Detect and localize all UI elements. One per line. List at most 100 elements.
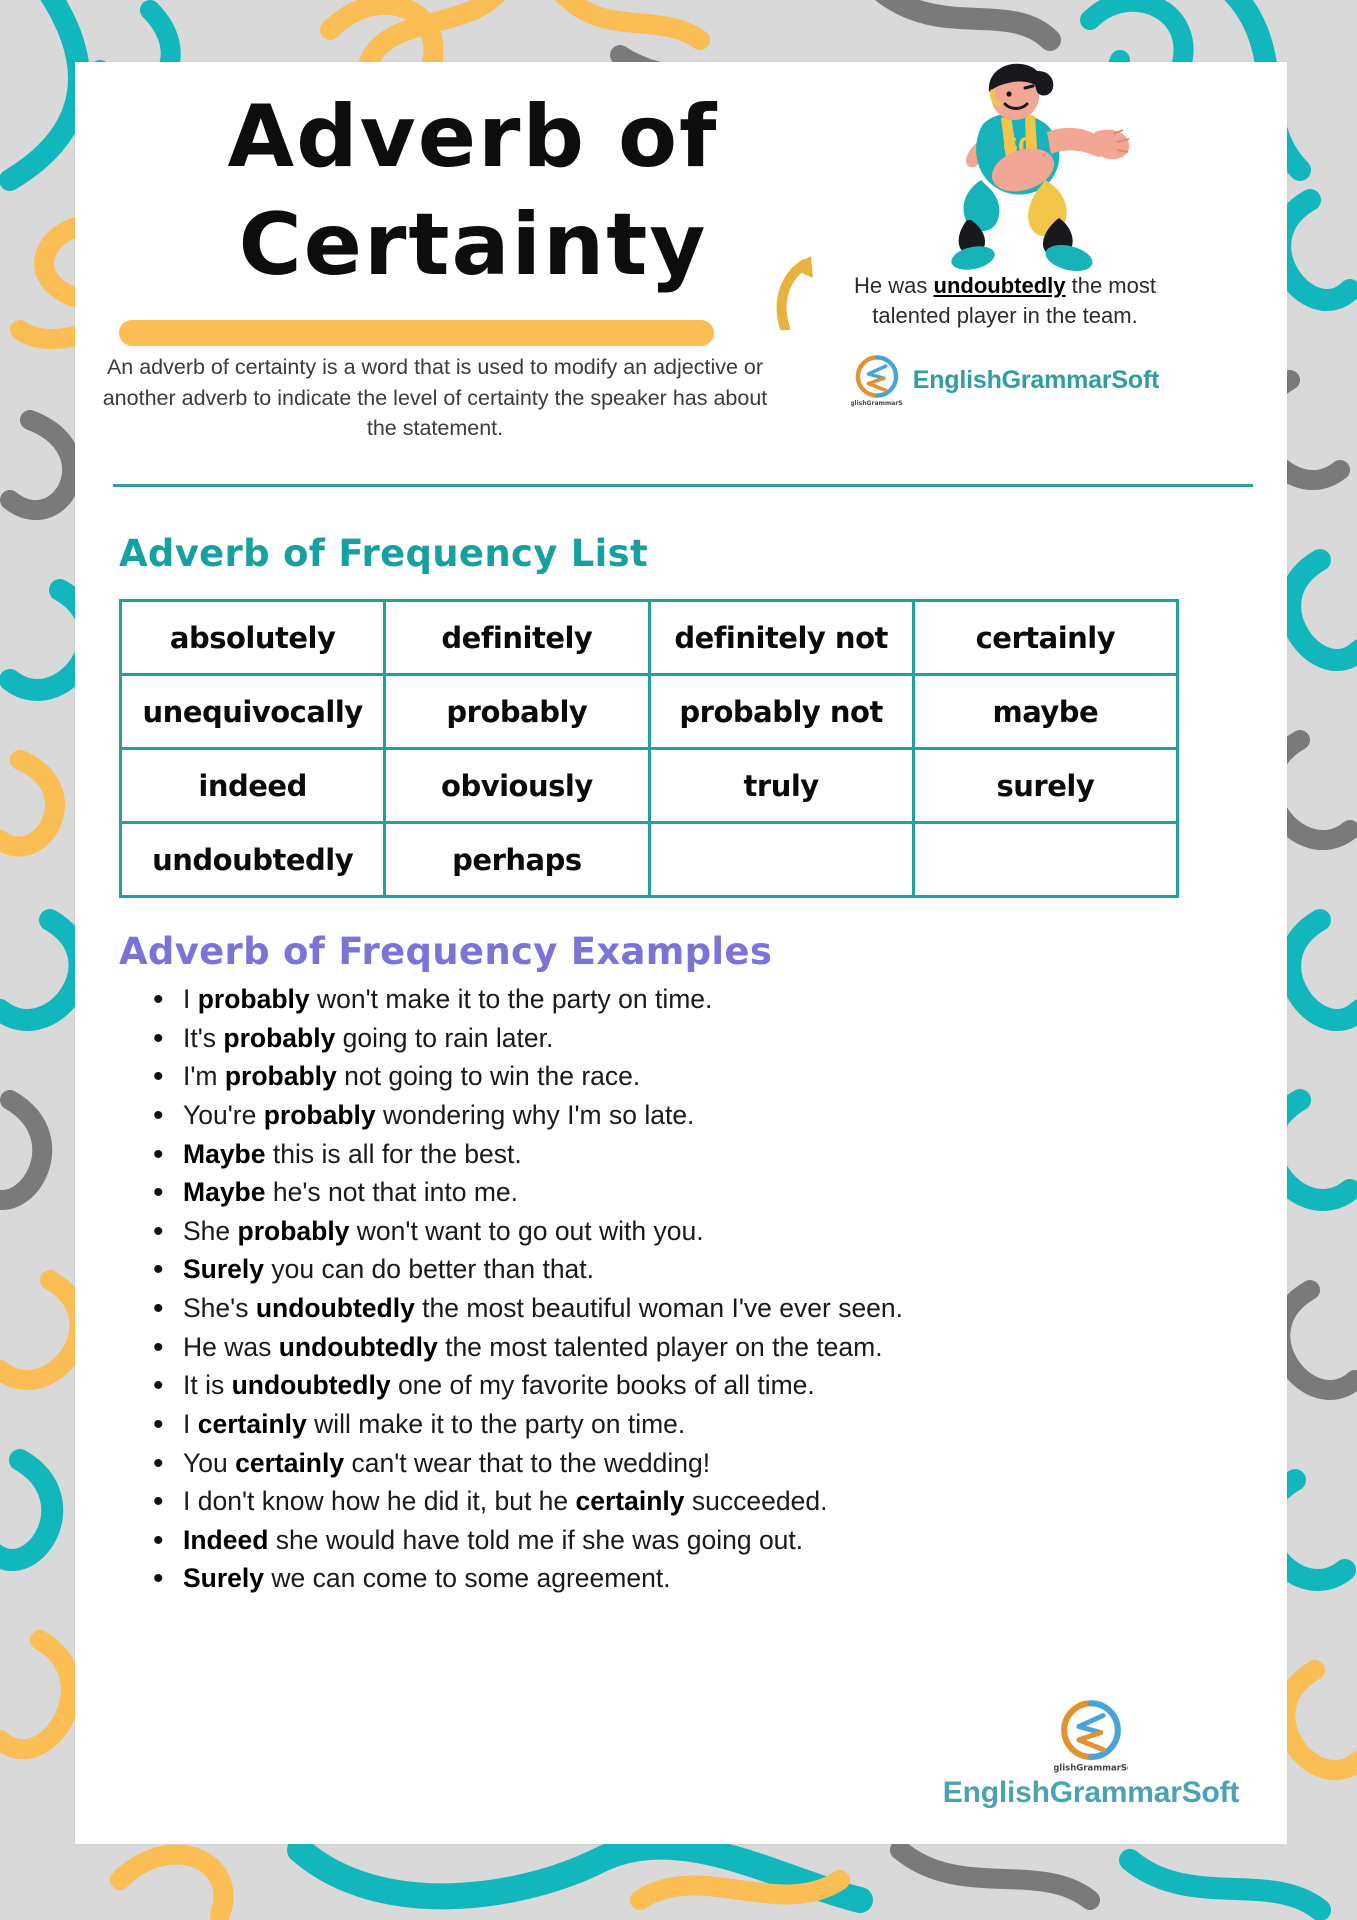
list-item: He was undoubtedly the most talented pla…: [149, 1327, 1247, 1369]
example-text-pre: I'm: [183, 1061, 225, 1092]
example-text-pre: It is: [183, 1370, 232, 1401]
example-text-post: he's not that into me.: [265, 1177, 519, 1208]
example-adverb: certainly: [235, 1447, 345, 1478]
header-brand-name: EnglishGrammarSoft: [912, 365, 1160, 394]
example-adverb: undoubtedly: [231, 1370, 391, 1401]
poster-body: Adverb of Frequency List absolutely defi…: [75, 532, 1287, 1601]
example-text-pre: It's: [183, 1022, 224, 1053]
table-cell: maybe: [911, 673, 1180, 750]
table-row: indeed obviously truly surely: [118, 747, 1180, 824]
logo-mark-wordmark: EnglishGrammarSoft: [1054, 1763, 1128, 1773]
poster-root: Adverb of Certainty An adverb of certain…: [0, 0, 1357, 1920]
table-row: undoubtedly perhaps: [118, 821, 1180, 898]
table-cell: probably: [383, 673, 651, 750]
examples-list: I probably won't make it to the party on…: [149, 979, 1247, 1601]
example-text-post: succeeded.: [684, 1486, 828, 1517]
example-adverb: certainly: [197, 1408, 307, 1439]
example-text-post: not going to win the race.: [336, 1061, 641, 1092]
title-underline-bar: [119, 320, 714, 346]
list-item: Maybe he's not that into me.: [149, 1172, 1247, 1214]
adverb-table-body: absolutely definitely definitely not cer…: [118, 599, 1180, 898]
table-cell: definitely not: [647, 599, 915, 676]
example-text-pre: I: [183, 984, 198, 1014]
list-item: I'm probably not going to win the race.: [149, 1056, 1247, 1098]
illustration-caption: He was undoubtedly the most talented pla…: [840, 271, 1170, 330]
example-adverb: Surely: [183, 1254, 265, 1285]
page-title-line2: Certainty: [238, 194, 708, 295]
table-cell: probably not: [647, 673, 915, 750]
example-text-pre: I don't know how he did it, but he: [183, 1486, 576, 1517]
logo-mark-wordmark: EnglishGrammarSoft: [851, 401, 903, 408]
example-text-post: you can do better than that.: [264, 1254, 595, 1285]
table-cell: obviously: [383, 747, 651, 824]
example-text-pre: You: [183, 1447, 236, 1478]
example-text-post: she would have told me if she was going …: [268, 1524, 804, 1555]
example-adverb: undoubtedly: [278, 1331, 438, 1362]
list-item: Maybe this is all for the best.: [149, 1134, 1247, 1176]
example-text-post: the most talented player on the team.: [437, 1331, 883, 1362]
examples-section-heading: Adverb of Frequency Examples: [119, 930, 773, 973]
poster-card: Adverb of Certainty An adverb of certain…: [75, 62, 1287, 1844]
list-item: It is undoubtedly one of my favorite boo…: [149, 1365, 1247, 1407]
table-cell: absolutely: [118, 599, 387, 676]
englishgrammarsoft-logo-icon: EnglishGrammarSoft: [1054, 1700, 1128, 1773]
table-row: unequivocally probably probably not mayb…: [118, 673, 1180, 750]
table-cell: truly: [647, 747, 915, 824]
caption-bold-word: undoubtedly: [933, 273, 1066, 298]
table-row: absolutely definitely definitely not cer…: [118, 599, 1180, 676]
list-item: You're probably wondering why I'm so lat…: [149, 1095, 1247, 1137]
header-divider: [113, 484, 1253, 487]
list-item: You certainly can't wear that to the wed…: [149, 1443, 1247, 1485]
table-cell-empty: [647, 821, 915, 898]
page-title-line1: Adverb of: [227, 87, 719, 187]
table-cell: definitely: [383, 599, 651, 676]
list-item: Surely we can come to some agreement.: [149, 1558, 1247, 1600]
caption-pre: He was: [854, 273, 934, 298]
example-text-post: one of my favorite books of all time.: [390, 1370, 815, 1401]
list-item: Surely you can do better than that.: [149, 1249, 1247, 1291]
table-cell: perhaps: [383, 821, 651, 898]
example-adverb: Maybe: [183, 1177, 266, 1208]
example-text-post: wondering why I'm so late.: [375, 1099, 695, 1130]
example-adverb: certainly: [575, 1486, 685, 1517]
example-text-pre: She's: [183, 1293, 256, 1323]
example-adverb: Surely: [183, 1563, 265, 1594]
example-text-post: will make it to the party on time.: [306, 1408, 686, 1439]
example-adverb: undoubtedly: [255, 1293, 415, 1323]
list-item: She's undoubtedly the most beautiful wom…: [149, 1288, 1247, 1330]
list-item: It's probably going to rain later.: [149, 1018, 1247, 1060]
page-title: Adverb of Certainty: [113, 84, 833, 299]
table-cell: certainly: [911, 599, 1180, 676]
example-adverb: probably: [223, 1022, 336, 1053]
footer-brand-logo: EnglishGrammarSoft EnglishGrammarSoft: [941, 1696, 1241, 1810]
footer-brand-name: EnglishGrammarSoft: [942, 1776, 1240, 1809]
example-adverb: Maybe: [183, 1138, 266, 1169]
example-text-pre: She: [183, 1215, 238, 1246]
list-item: I certainly will make it to the party on…: [149, 1404, 1247, 1446]
example-text-post: going to rain later.: [335, 1022, 554, 1053]
example-adverb: probably: [224, 1061, 337, 1092]
title-block: Adverb of Certainty: [113, 84, 833, 299]
list-item: Indeed she would have told me if she was…: [149, 1520, 1247, 1562]
example-text-post: can't wear that to the wedding!: [344, 1447, 711, 1478]
example-text-pre: I: [183, 1408, 198, 1439]
table-cell: surely: [911, 747, 1180, 824]
example-text-pre: You're: [183, 1099, 264, 1130]
list-section-heading: Adverb of Frequency List: [119, 532, 648, 575]
table-cell: unequivocally: [118, 673, 387, 750]
table-cell-empty: [911, 821, 1180, 898]
header-brand-logo: EnglishGrammarSoft EnglishGrammarSoft: [755, 352, 1255, 408]
example-text-post: the most beautiful woman I've ever seen.: [414, 1293, 904, 1323]
list-item: She probably won't want to go out with y…: [149, 1211, 1247, 1253]
table-cell: indeed: [118, 747, 387, 824]
example-text-post: we can come to some agreement.: [264, 1563, 671, 1594]
list-item: I don't know how he did it, but he certa…: [149, 1481, 1247, 1523]
example-adverb: Indeed: [183, 1524, 269, 1555]
example-text-post: won't make it to the party on time.: [309, 984, 713, 1014]
englishgrammarsoft-logo-icon: EnglishGrammarSoft: [851, 355, 903, 408]
example-text-post: won't want to go out with you.: [349, 1215, 704, 1246]
adverb-list-table: absolutely definitely definitely not cer…: [118, 599, 1180, 898]
list-item: I probably won't make it to the party on…: [149, 979, 1247, 1021]
example-adverb: probably: [263, 1099, 376, 1130]
example-adverb: probably: [237, 1215, 350, 1246]
